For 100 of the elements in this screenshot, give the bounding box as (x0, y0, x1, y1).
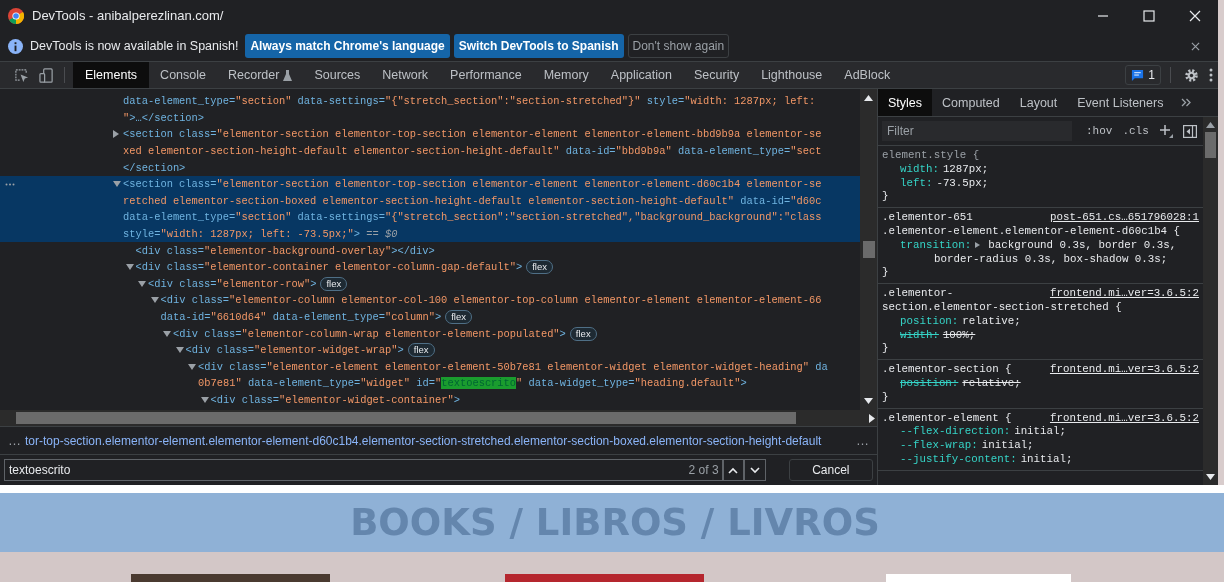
info-icon (8, 38, 23, 54)
panel-tab[interactable]: AdBlock (833, 62, 902, 88)
panel-tab[interactable]: Console (149, 62, 217, 88)
filter-field[interactable]: Filter (882, 121, 1072, 141)
scroll-up-arrow-icon[interactable] (1206, 122, 1215, 128)
expanded-arrow-icon[interactable] (125, 264, 134, 271)
css-selector: .elementor-element.elementor-element-d60c1b4 { (882, 225, 1182, 239)
double-chevron-icon[interactable] (1181, 98, 1192, 107)
expand-arrow-icon[interactable] (975, 242, 981, 249)
code-line: <section class="elementor-section elementor-top-section elementor-element elementor-element-bbd9b9a elementor-se (123, 128, 822, 141)
scroll-right-button[interactable]: … (856, 433, 869, 448)
code-line: <div class="elementor-widget-container"> (210, 394, 460, 406)
panel-tab[interactable]: Elements (73, 62, 150, 88)
flex-badge[interactable]: flex (445, 310, 472, 324)
scroll-up-arrow-icon[interactable] (864, 95, 873, 101)
infobar-button[interactable]: Always match Chrome's language (245, 34, 450, 58)
class-toggle[interactable]: .cls (1122, 125, 1149, 137)
css-property-value: border-radius 0.3s, box-shadow 0.3s; (933, 252, 1168, 267)
panel-tab[interactable]: Memory (532, 62, 600, 88)
expanded-arrow-icon[interactable] (175, 347, 184, 354)
scroll-down-arrow-icon[interactable] (1206, 474, 1215, 480)
css-property-name: width: (900, 328, 939, 343)
next-match-button[interactable] (744, 459, 766, 481)
sidebar-tab[interactable]: Event Listeners (1067, 89, 1174, 116)
code-line: xed elementor-section-height-default elementor-section-height-default" data-id="bbd9b9a" data-element_type="sect (123, 145, 822, 158)
scroll-left-button[interactable]: … (8, 433, 21, 448)
code-line: <div class="elementor-row"> (148, 277, 317, 290)
flex-badge[interactable]: flex (569, 326, 597, 341)
sidebar-tab[interactable]: Styles (878, 89, 933, 116)
more-options-icon[interactable] (1209, 68, 1213, 82)
stylesheet-link[interactable]: frontend.mi…ver=3.6.5:2 (1049, 411, 1199, 426)
panel-tab[interactable]: Lighthouse (750, 62, 834, 88)
previous-match-button[interactable] (722, 459, 745, 481)
expanded-arrow-icon[interactable] (138, 280, 146, 287)
css-property-value: relative; (962, 314, 1021, 329)
settings-icon[interactable] (1184, 67, 1199, 83)
inspect-element-icon[interactable] (14, 67, 29, 83)
panel-tab[interactable]: Sources (303, 62, 372, 88)
maximize-icon[interactable] (1143, 9, 1155, 22)
close-icon[interactable] (1191, 41, 1200, 51)
expanded-arrow-icon[interactable] (113, 181, 121, 188)
scroll-down-arrow-icon[interactable] (864, 398, 873, 404)
breadcrumb[interactable]: tor-top-section.elementor-element.elementor-element-d60c1b4.elementor-section-stretched.elementor-section-boxed.elementor-section-height-default (25, 433, 854, 448)
code-line: <div class="elementor-column elementor-col-100 elementor-top-column elementor-element elementor-element-66 (160, 294, 822, 307)
more-icon[interactable] (5, 182, 15, 186)
stylesheet-link[interactable]: post-651.cs…651796028:1 (1049, 211, 1199, 225)
match-count: 2 of 3 (688, 463, 719, 477)
stylesheet-link[interactable]: frontend.mi…ver=3.6.5:2 (1049, 363, 1199, 377)
browser-logo-icon (8, 7, 24, 24)
infobar-button[interactable]: Switch DevTools to Spanish (453, 34, 624, 58)
flex-badge[interactable]: flex (407, 343, 435, 358)
css-property-name: position: (900, 376, 959, 391)
css-property-name: --justify-content: (900, 452, 1017, 467)
scrollbar-thumb[interactable] (16, 412, 796, 424)
vertical-scrollbar[interactable] (860, 89, 877, 410)
sidebar-tab[interactable]: Computed (932, 89, 1010, 116)
window-title: DevTools - anibalperezlinan.com/ (32, 8, 224, 23)
expanded-arrow-icon[interactable] (163, 330, 171, 337)
expanded-arrow-icon[interactable] (150, 297, 159, 304)
code-line: data-id="6610d64" data-element_type="column"> (160, 311, 442, 323)
css-property-value: 1287px; (942, 162, 989, 177)
closing-brace: } (882, 190, 890, 205)
panel-tab[interactable]: Application (599, 62, 683, 88)
flex-badge[interactable]: flex (526, 260, 553, 275)
css-property-name: --flex-wrap: (900, 439, 978, 453)
css-selector: .elementor-element { (882, 411, 1012, 426)
panel-tab[interactable]: Security (683, 62, 751, 88)
css-property-value: initial; (1014, 425, 1066, 440)
code-line: <div class="elementor-background-overlay"></div> (135, 244, 435, 257)
selected-node-highlight[interactable]: data-element_type="section" data-settings="{"stretch_section":"section-stretched","background_background":"class (0, 209, 860, 226)
panel-tab[interactable]: Network (371, 62, 440, 88)
infobar-button[interactable]: Don't show again (627, 34, 730, 58)
scroll-right-arrow-icon[interactable] (869, 413, 875, 423)
vertical-scrollbar[interactable] (1203, 117, 1218, 485)
issues-counter[interactable]: 1 (1125, 65, 1161, 85)
chevron-down-icon (749, 466, 760, 474)
css-property-name: transition: (900, 238, 972, 253)
panel-tab[interactable]: Recorder (217, 62, 304, 88)
hover-state-toggle[interactable]: :hov (1086, 125, 1113, 137)
code-line: retched elementor-section-boxed elementor-section-height-default elementor-section-height-default" data-id="d60c (123, 194, 822, 207)
plus-icon[interactable] (1158, 124, 1173, 138)
cancel-button[interactable]: Cancel (788, 459, 873, 481)
device-toolbar-icon[interactable] (39, 67, 54, 83)
css-selector: section.elementor-section-stretched { (882, 300, 1123, 315)
code-line: <div class="elementor-widget-wrap"> (185, 344, 404, 357)
expanded-arrow-icon[interactable] (188, 363, 196, 370)
expanded-arrow-icon[interactable] (200, 397, 209, 403)
sidebar-tab[interactable]: Layout (1009, 89, 1068, 116)
css-property-value: relative; (962, 376, 1021, 391)
css-property-value: background 0.3s, border 0.3s, (988, 238, 1177, 253)
horizontal-scrollbar[interactable] (0, 410, 877, 426)
css-property-name: position: (900, 314, 959, 329)
stylesheet-link[interactable]: frontend.mi…ver=3.6.5:2 (1049, 287, 1199, 301)
sidebar-toggle-icon[interactable] (1182, 124, 1197, 138)
scrollbar-thumb[interactable] (862, 241, 875, 258)
scrollbar-thumb[interactable] (1205, 132, 1216, 158)
selected-node-highlight[interactable]: <section class="elementor-section elementor-top-section elementor-element elementor-element-d60c1b4 elementor-se (0, 175, 860, 193)
flex-badge[interactable]: flex (320, 276, 348, 291)
panel-tab[interactable]: Performance (439, 62, 533, 88)
code-line: </section> (123, 161, 186, 174)
